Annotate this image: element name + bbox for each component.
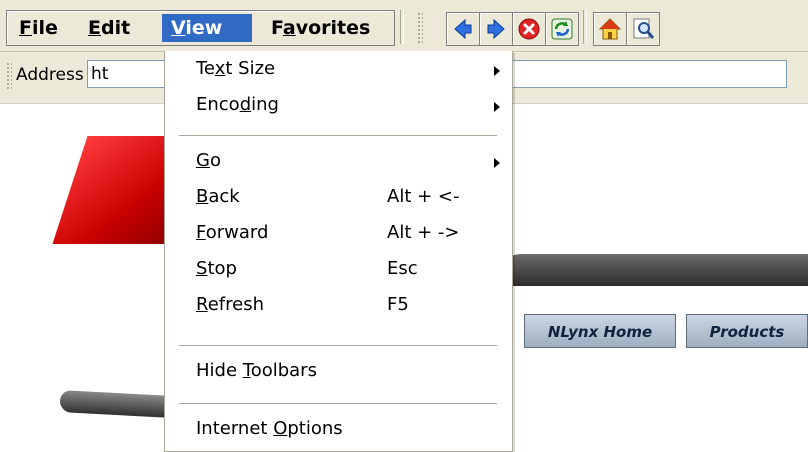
menu-favorites[interactable]: Favorites [262, 14, 379, 42]
menu-item-label: Stop [196, 258, 237, 279]
refresh-icon [551, 18, 573, 40]
shortcut-forward: Alt + -> [387, 222, 460, 243]
toolbar-separator-2 [583, 10, 587, 44]
search-icon [633, 18, 655, 39]
menu-separator [179, 403, 497, 405]
tab-nlynx-home[interactable]: NLynx Home [524, 314, 676, 348]
menu-bar: File Edit View Favorites [6, 10, 395, 46]
menu-item-text-size[interactable]: Text Size [165, 53, 512, 89]
menu-item-go[interactable]: Go [165, 145, 512, 181]
menu-item-label: Encoding [196, 94, 279, 115]
menu-item-stop[interactable]: Stop Esc [165, 253, 512, 289]
stop-icon [518, 18, 540, 40]
back-button[interactable] [446, 12, 480, 46]
forward-button[interactable] [479, 12, 513, 46]
menu-item-internet-options[interactable]: Internet Options [165, 413, 512, 449]
menu-item-label: Internet Options [196, 418, 343, 439]
menu-view[interactable]: View [162, 14, 252, 42]
shortcut-stop: Esc [387, 258, 418, 279]
menu-item-encoding[interactable]: Encoding [165, 89, 512, 125]
stop-button[interactable] [512, 12, 546, 46]
header-swoosh [490, 254, 808, 286]
menu-item-label: Text Size [196, 58, 276, 79]
refresh-button[interactable] [545, 12, 579, 46]
address-label: Address [16, 65, 84, 85]
address-grip[interactable] [6, 62, 12, 90]
home-icon [598, 18, 622, 40]
view-menu-dropdown: Text Size Encoding Go Back Alt + <- Forw… [164, 51, 513, 452]
menu-item-label: Go [196, 150, 221, 171]
menu-item-label: Hide Toolbars [196, 360, 317, 381]
menu-item-forward[interactable]: Forward Alt + -> [165, 217, 512, 253]
menu-toolbar-band: File Edit View Favorites [0, 0, 808, 52]
submenu-arrow-icon [494, 66, 500, 76]
shortcut-back: Alt + <- [387, 186, 460, 207]
menu-separator [179, 135, 497, 137]
submenu-arrow-icon [494, 158, 500, 168]
menu-item-label: Back [196, 186, 240, 207]
menu-edit[interactable]: Edit [79, 14, 139, 42]
forward-arrow-icon [487, 18, 505, 40]
menu-item-label: Forward [196, 222, 269, 243]
menu-item-back[interactable]: Back Alt + <- [165, 181, 512, 217]
home-button[interactable] [593, 12, 627, 46]
menu-item-refresh[interactable]: Refresh F5 [165, 289, 512, 325]
shortcut-refresh: F5 [387, 294, 409, 315]
menu-item-label: Refresh [196, 294, 264, 315]
search-button[interactable] [626, 12, 660, 46]
menu-separator [179, 345, 497, 347]
back-arrow-icon [454, 18, 472, 40]
submenu-arrow-icon [494, 102, 500, 112]
toolbar-separator [400, 10, 404, 44]
tab-products[interactable]: Products [686, 314, 808, 348]
menu-file[interactable]: File [10, 14, 67, 42]
menu-item-hide-toolbars[interactable]: Hide Toolbars [165, 355, 512, 391]
toolbar-grip[interactable] [417, 12, 423, 44]
